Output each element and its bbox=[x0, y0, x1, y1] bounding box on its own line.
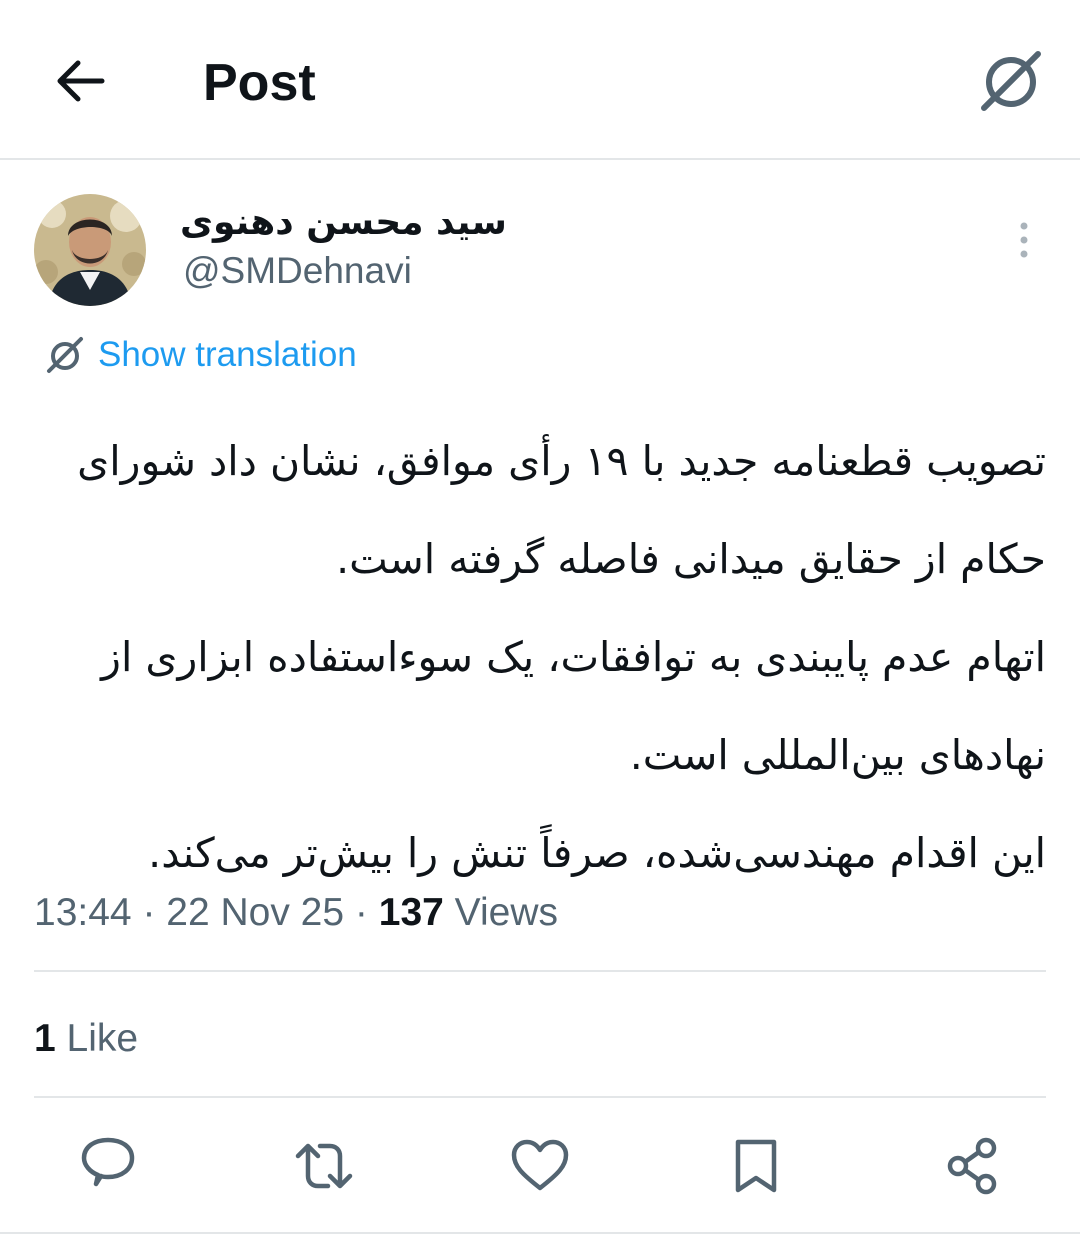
reply-icon bbox=[81, 1137, 135, 1187]
grok-translate-icon bbox=[47, 337, 83, 373]
show-translation-link[interactable]: Show translation bbox=[46, 332, 357, 378]
likes-summary[interactable]: 1 Like bbox=[34, 1014, 138, 1064]
share-button[interactable] bbox=[940, 1134, 1004, 1198]
divider bbox=[34, 1096, 1046, 1098]
meta-separator: · bbox=[344, 891, 379, 934]
author-display-name[interactable]: سید محسن دهنوی bbox=[180, 198, 507, 248]
divider bbox=[0, 1232, 1080, 1234]
arrow-left-icon bbox=[57, 60, 105, 102]
post-meta: 13:44 · 22 Nov 25 · 137 Views bbox=[34, 888, 558, 938]
repost-button[interactable] bbox=[292, 1134, 356, 1198]
grok-icon bbox=[981, 51, 1041, 111]
show-translation-label: Show translation bbox=[98, 335, 357, 374]
post-date[interactable]: 22 Nov 25 bbox=[166, 891, 344, 934]
meta-separator: · bbox=[131, 891, 167, 934]
post-time[interactable]: 13:44 bbox=[34, 891, 132, 934]
views-label: Views bbox=[443, 891, 558, 934]
post-line: نهادهای بین‌المللی است. bbox=[629, 731, 1046, 779]
page-title: Post bbox=[203, 54, 316, 112]
author-handle[interactable]: @SMDehnavi bbox=[183, 248, 412, 294]
post-line: اتهام عدم پایبندی به توافقات، یک سوءاستف… bbox=[101, 633, 1046, 681]
like-button[interactable] bbox=[508, 1134, 572, 1198]
top-bar: Post bbox=[0, 0, 1080, 160]
reply-button[interactable] bbox=[76, 1134, 140, 1198]
avatar[interactable] bbox=[34, 194, 146, 306]
more-vertical-icon bbox=[1020, 222, 1028, 258]
bookmark-button[interactable] bbox=[724, 1134, 788, 1198]
grok-button[interactable] bbox=[978, 48, 1044, 114]
likes-label: Like bbox=[55, 1017, 139, 1060]
share-icon bbox=[947, 1137, 997, 1195]
repost-icon bbox=[295, 1143, 353, 1189]
likes-count: 1 bbox=[34, 1017, 56, 1060]
post-line: حکام از حقایق میدانی فاصله گرفته است. bbox=[336, 535, 1046, 583]
bookmark-icon bbox=[735, 1139, 777, 1193]
heart-icon bbox=[511, 1139, 569, 1191]
post-text: تصویب قطعنامه جدید با ۱۹ رأی موافق، نشان… bbox=[34, 412, 1046, 902]
post-line: تصویب قطعنامه جدید با ۱۹ رأی موافق، نشان… bbox=[77, 437, 1046, 485]
views-count: 137 bbox=[378, 891, 444, 934]
more-options-button[interactable] bbox=[1007, 220, 1041, 260]
back-button[interactable] bbox=[50, 55, 110, 107]
divider bbox=[34, 970, 1046, 972]
